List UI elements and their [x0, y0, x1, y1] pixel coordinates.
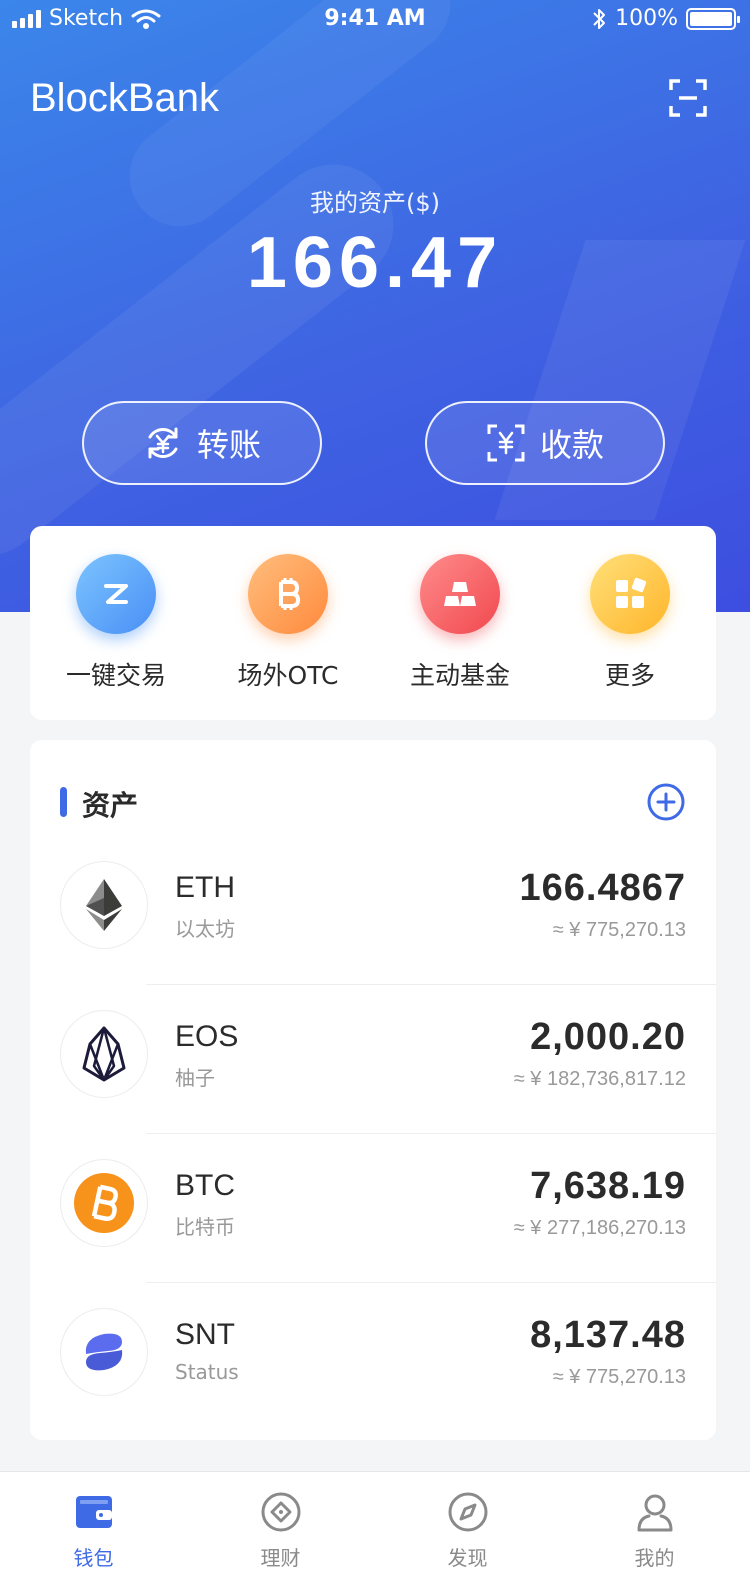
coin-name: 柚子: [175, 1066, 215, 1090]
tab-label: 理财: [260, 1546, 301, 1570]
compass-icon: [448, 1492, 488, 1532]
coin-fiat-value: ≈ ¥ 182,736,817.12: [513, 1068, 686, 1090]
asset-row-eos[interactable]: EOS 柚子 2,000.20 ≈ ¥ 182,736,817.12: [30, 984, 716, 1134]
coin-amount: 2,000.20: [530, 1016, 686, 1058]
quick-action-trade[interactable]: 一键交易: [30, 526, 202, 720]
assets-card: 资产 ETH 以太坊 166.4867 ≈ ¥ 775,270.13 EOS 柚…: [30, 740, 716, 1440]
tab-profile[interactable]: 我的: [561, 1472, 748, 1576]
gold-bars-icon: [420, 554, 500, 634]
quick-action-label: 场外OTC: [237, 661, 339, 690]
transfer-button[interactable]: 转账: [82, 401, 322, 485]
eos-logo-icon: [60, 1010, 148, 1098]
receive-icon: [487, 424, 525, 462]
status-bar: Sketch 9:41 AM 100%: [0, 0, 750, 40]
add-circle-icon[interactable]: [646, 782, 686, 822]
asset-row-snt[interactable]: SNT Status 8,137.48 ≈ ¥ 775,270.13: [30, 1282, 716, 1432]
battery-percent: 100%: [615, 6, 678, 31]
receive-button[interactable]: 收款: [425, 401, 665, 485]
coin-fiat-value: ≈ ¥ 775,270.13: [552, 1366, 686, 1388]
coin-symbol: EOS: [175, 1020, 239, 1053]
transfer-icon: [148, 427, 178, 459]
total-assets-label: 我的资产($): [310, 189, 440, 217]
tab-finance[interactable]: 理财: [187, 1472, 374, 1576]
coin-symbol: SNT: [175, 1318, 235, 1351]
apps-icon: [590, 554, 670, 634]
coin-fiat-value: ≈ ¥ 775,270.13: [552, 919, 686, 941]
asset-row-eth[interactable]: ETH 以太坊 166.4867 ≈ ¥ 775,270.13: [30, 835, 716, 985]
asset-row-btc[interactable]: BTC 比特币 7,638.19 ≈ ¥ 277,186,270.13: [30, 1133, 716, 1283]
btc-logo-icon: [60, 1159, 148, 1247]
total-assets-value: 166.47: [246, 223, 504, 303]
quick-action-fund[interactable]: 主动基金: [374, 526, 546, 720]
coin-amount: 7,638.19: [530, 1165, 686, 1207]
coin-name: 以太坊: [175, 917, 235, 941]
snt-logo-icon: [60, 1308, 148, 1396]
tab-label: 发现: [447, 1546, 488, 1570]
bottom-tab-bar: 钱包 理财 发现 我的: [0, 1471, 750, 1576]
battery-icon: [686, 7, 740, 30]
coin-fiat-value: ≈ ¥ 277,186,270.13: [513, 1217, 686, 1239]
quick-action-otc[interactable]: 场外OTC: [202, 526, 374, 720]
bluetooth-icon: [593, 8, 606, 29]
section-accent-bar: [60, 787, 67, 817]
swap-icon: [76, 554, 156, 634]
profile-icon: [637, 1494, 673, 1532]
coin-symbol: BTC: [175, 1169, 235, 1202]
coin-name: 比特币: [175, 1215, 235, 1239]
tab-label: 钱包: [73, 1546, 114, 1570]
tab-label: 我的: [634, 1546, 675, 1570]
tab-wallet[interactable]: 钱包: [0, 1472, 187, 1576]
transfer-label: 转账: [196, 426, 261, 464]
eth-logo-icon: [60, 861, 148, 949]
status-right: 100%: [591, 6, 740, 31]
coin-name: Status: [175, 1360, 239, 1384]
quick-action-more[interactable]: 更多: [544, 526, 716, 720]
assets-section-title: 资产: [82, 789, 139, 822]
coin-symbol: ETH: [175, 871, 235, 904]
scan-icon[interactable]: [668, 78, 708, 118]
receive-label: 收款: [539, 426, 604, 464]
hero-header: Sketch 9:41 AM 100% BlockBank 我的资产($) 16…: [0, 0, 750, 612]
quick-action-label: 主动基金: [409, 661, 510, 690]
quick-action-label: 一键交易: [65, 661, 166, 690]
tab-discover[interactable]: 发现: [374, 1472, 561, 1576]
bitcoin-icon: [248, 554, 328, 634]
coin-amount: 8,137.48: [530, 1314, 686, 1356]
coin-amount: 166.4867: [519, 867, 686, 909]
finance-icon: [261, 1492, 301, 1532]
quick-action-label: 更多: [604, 661, 655, 690]
quick-actions-card: 一键交易 场外OTC 主动基金 更多: [30, 526, 716, 720]
wallet-icon: [76, 1496, 112, 1528]
app-title: BlockBank: [30, 76, 219, 120]
